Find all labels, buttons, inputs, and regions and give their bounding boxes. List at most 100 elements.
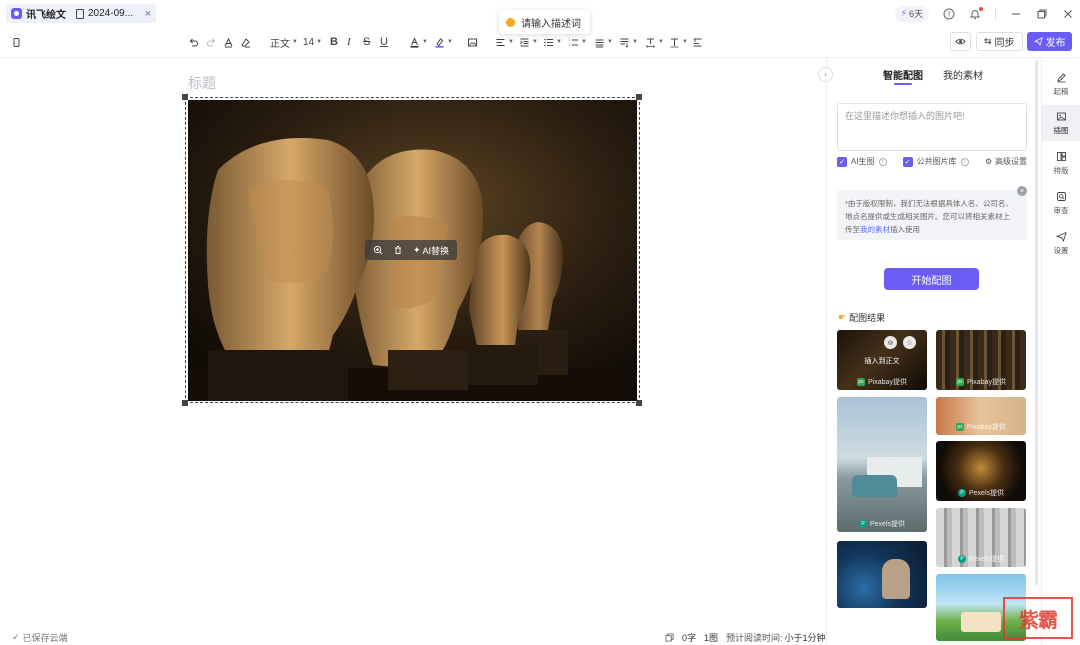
result-image[interactable]: P Pexels提供 [936,441,1026,501]
credit-label: Pexels提供 [968,556,1004,563]
gear-icon: ⚙ [984,157,992,166]
nav-settings[interactable]: 设置 [1042,225,1080,261]
font-color-icon[interactable]: ▼ [409,35,428,49]
chevron-down-icon: ▼ [292,39,298,45]
notice-line: *由于版权限制，我们无法根据具体人名、公司名、 [845,199,1013,208]
publish-button[interactable]: 发布 [1027,32,1072,51]
image-credit: P Pexels提供 [837,519,927,529]
underline-icon[interactable]: U [380,35,388,49]
insert-to-article-label[interactable]: 插入到正文 [837,356,927,366]
ai-replace-button[interactable]: ✦ AI替换 [413,244,449,257]
toast-text: 请输入描述词 [521,18,581,30]
ai-generate-checkbox[interactable]: ✓ [837,156,847,167]
strikethrough-icon[interactable]: S [363,35,370,49]
preview-button[interactable] [950,32,971,51]
my-materials-link[interactable]: 我的素材 [860,225,890,234]
info-icon[interactable]: i [960,157,969,166]
result-image[interactable]: px Pixabay提供 [936,330,1026,390]
image-toolbar: ✦ AI替换 [365,240,458,260]
resize-handle[interactable] [636,94,642,100]
result-image[interactable]: px Pixabay提供 [936,397,1026,435]
svg-text:1: 1 [569,38,571,42]
resize-handle[interactable] [182,94,188,100]
resize-handle[interactable] [636,400,642,406]
align-icon[interactable]: ▼ [495,35,514,49]
font-size-value: 14 [303,36,315,48]
review-icon [1056,191,1066,201]
chevron-down-icon: ▼ [508,39,514,45]
insert-image-icon[interactable] [467,35,478,49]
favorite-icon[interactable]: ☆ [903,336,916,349]
result-image[interactable] [837,541,927,608]
chevron-down-icon: ▼ [532,39,538,45]
paragraph-spacing-icon[interactable]: ▼ [619,35,638,49]
title-placeholder[interactable]: 标题 [188,73,216,93]
highlight-color-icon[interactable]: ▼ [434,35,453,49]
results-heading: ☛ 配图结果 [838,311,885,324]
sync-button[interactable]: ⇆ 同步 [976,32,1023,51]
public-library-label: 公共图片库 [916,157,957,166]
text-indent-icon[interactable]: ▼ [669,35,688,49]
tab-smart-illustration[interactable]: 智能配图 [883,67,923,85]
image-credit: px Pixabay提供 [936,422,1026,432]
copy-icon[interactable] [665,633,674,642]
credit-label: Pexels提供 [869,521,905,528]
result-image[interactable]: P Pexels提供 [936,508,1026,567]
indent-icon[interactable]: ▼ [519,35,538,49]
font-size-select[interactable]: 14 ▼ [303,35,322,49]
advanced-settings-label: 高级设置 [995,157,1027,166]
resize-handle[interactable] [182,400,188,406]
delete-icon[interactable] [393,245,403,255]
paragraph-style-select[interactable]: 正文 ▼ [270,35,298,50]
send-settings-icon [1055,231,1067,242]
days-badge[interactable]: ⚡ 6天 [894,5,929,22]
letter-spacing-icon[interactable]: ▼ [645,35,664,49]
format-painter-icon[interactable] [223,35,234,49]
clear-style-icon[interactable] [692,35,703,49]
nav-draft[interactable]: 起稿 [1042,66,1080,102]
zoom-in-icon[interactable] [373,245,383,255]
bold-icon[interactable]: B [330,35,338,49]
italic-icon[interactable]: I [347,35,351,49]
image-description-input[interactable]: 在这里描述你想插入的图片吧! [837,103,1027,151]
document-tab[interactable]: 2024-09... × [71,4,156,23]
nav-draft-label: 起稿 [1053,86,1069,96]
svg-text:2: 2 [569,43,571,47]
line-spacing-icon[interactable]: ▼ [594,35,613,49]
pexels-icon: P [957,489,966,497]
restore-icon[interactable] [1036,8,1048,20]
tab-my-materials[interactable]: 我的素材 [943,67,983,82]
close-tab-icon[interactable]: × [145,8,151,20]
bullet-list-icon[interactable]: ▼ [543,35,562,49]
chevron-down-icon: ▼ [316,39,323,45]
nav-illustration[interactable]: 插图 [1042,105,1080,141]
nav-review[interactable]: 审查 [1042,185,1080,221]
notification-bell-icon[interactable] [969,6,983,20]
minimize-icon[interactable] [1010,8,1022,20]
nav-layout[interactable]: 排版 [1042,145,1080,181]
toolbar-divider [0,57,1080,58]
mobile-preview-icon[interactable] [11,35,22,49]
notice-line: 传至我的素材插入使用 [845,223,1019,236]
image-count: 1图 [704,633,719,643]
numbered-list-icon[interactable]: 1 2 ▼ [568,35,587,49]
result-image[interactable]: P Pexels提供 [837,397,927,532]
close-window-icon[interactable] [1062,8,1074,20]
collapse-panel-button[interactable]: › [818,67,833,82]
app-tab[interactable]: 讯飞绘文 [6,4,73,23]
start-illustration-button[interactable]: 开始配图 [884,268,979,290]
chevron-down-icon: ▼ [632,39,638,45]
chevron-down-icon: ▼ [581,39,587,45]
result-image[interactable]: ⊚ ☆ 插入到正文 px Pixabay提供 [837,330,927,390]
advanced-settings-button[interactable]: ⚙ 高级设置 [985,156,1027,167]
public-library-checkbox[interactable]: ✓ [902,156,913,167]
panel-scrollbar[interactable] [1035,60,1038,585]
undo-icon[interactable] [188,35,199,49]
search-similar-icon[interactable]: ⊚ [884,336,897,349]
info-icon[interactable]: i [878,157,887,166]
warning-toast: 请输入描述词 [499,10,590,34]
clear-format-icon[interactable] [240,35,251,49]
close-notice-icon[interactable]: × [1017,186,1027,196]
redo-icon[interactable] [206,35,217,49]
help-icon[interactable]: ? [943,8,955,20]
